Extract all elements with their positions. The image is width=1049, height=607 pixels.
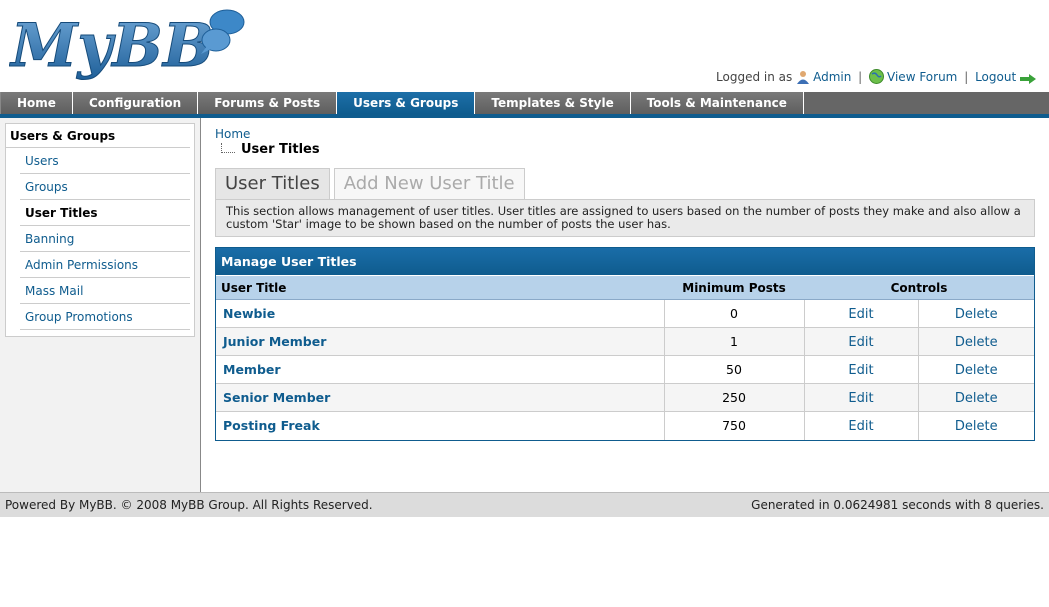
sidebar-item-user-titles[interactable]: User Titles — [20, 200, 190, 226]
separator: | — [858, 70, 863, 84]
breadcrumb-elbow — [221, 143, 235, 153]
section-description: This section allows management of user t… — [215, 199, 1035, 237]
user-title-link[interactable]: Newbie — [223, 306, 275, 321]
logo-text: MyBB — [9, 11, 214, 80]
sidebar-item-label[interactable]: Users — [25, 154, 59, 168]
minimum-posts-cell: 250 — [664, 383, 805, 412]
tab-add-new-user-title[interactable]: Add New User Title — [333, 168, 525, 200]
table-row: Posting Freak 750 Edit Delete — [216, 411, 1034, 440]
sidebar-item-label: User Titles — [25, 206, 98, 220]
delete-link[interactable]: Delete — [955, 363, 998, 378]
footer: Powered By MyBB. © 2008 MyBB Group. All … — [0, 492, 1049, 517]
main-content: Home User Titles User Titles Add New Use… — [215, 126, 1035, 441]
edit-link[interactable]: Edit — [848, 307, 873, 322]
welcome-bar: Logged in as Admin | View Forum | Logout — [716, 69, 1039, 87]
breadcrumb-current: User Titles — [241, 142, 320, 157]
menu-users-groups[interactable]: Users & Groups — [337, 92, 476, 114]
mybb-logo[interactable]: MyBB — [9, 6, 249, 82]
view-forum-link[interactable]: View Forum — [887, 70, 957, 84]
menu-templates-style[interactable]: Templates & Style — [475, 92, 631, 114]
column-header-controls: Controls — [804, 275, 1034, 300]
sidebar-item-label[interactable]: Groups — [25, 180, 68, 194]
edit-link[interactable]: Edit — [848, 391, 873, 406]
table-row: Junior Member 1 Edit Delete — [216, 327, 1034, 356]
user-titles-table: Manage User Titles User Title Minimum Po… — [215, 247, 1035, 441]
sidebar-nav: Users & Groups Users Groups User Titles … — [5, 123, 195, 337]
minimum-posts-cell: 50 — [664, 355, 805, 384]
admin-user-link[interactable]: Admin — [813, 70, 851, 84]
separator: | — [964, 70, 969, 84]
breadcrumb: Home User Titles — [215, 126, 1035, 158]
menu-home[interactable]: Home — [0, 92, 73, 114]
delete-link[interactable]: Delete — [955, 335, 998, 350]
footer-copyright: Powered By MyBB. © 2008 MyBB Group. All … — [5, 498, 373, 512]
header: MyBB Logged in as Admin | View Forum | L… — [0, 0, 1049, 92]
sidebar-item-mass-mail[interactable]: Mass Mail — [20, 278, 190, 304]
delete-link[interactable]: Delete — [955, 307, 998, 322]
user-title-link[interactable]: Junior Member — [223, 334, 326, 349]
logged-in-label: Logged in as — [716, 70, 793, 84]
footer-generation-stats: Generated in 0.0624981 seconds with 8 qu… — [751, 498, 1044, 512]
edit-link[interactable]: Edit — [848, 335, 873, 350]
menu-configuration[interactable]: Configuration — [72, 92, 199, 114]
sidebar-item-label[interactable]: Group Promotions — [25, 310, 133, 324]
table-row: Newbie 0 Edit Delete — [216, 299, 1034, 328]
sidebar-item-groups[interactable]: Groups — [20, 174, 190, 200]
sidebar-item-label[interactable]: Mass Mail — [25, 284, 83, 298]
tabs: User Titles Add New User Title — [215, 168, 529, 200]
sidebar-item-label[interactable]: Banning — [25, 232, 74, 246]
column-header-user-title: User Title — [216, 275, 664, 300]
edit-link[interactable]: Edit — [848, 363, 873, 378]
sidebar-item-group-promotions[interactable]: Group Promotions — [20, 304, 190, 330]
user-title-link[interactable]: Senior Member — [223, 390, 330, 405]
logout-arrow-icon — [1020, 73, 1036, 87]
breadcrumb-home[interactable]: Home — [215, 127, 250, 141]
minimum-posts-cell: 1 — [664, 327, 805, 356]
minimum-posts-cell: 750 — [664, 411, 805, 440]
minimum-posts-cell: 0 — [664, 299, 805, 328]
sidebar-item-label[interactable]: Admin Permissions — [25, 258, 138, 272]
delete-link[interactable]: Delete — [955, 419, 998, 434]
user-title-link[interactable]: Posting Freak — [223, 418, 320, 433]
sidebar-item-banning[interactable]: Banning — [20, 226, 190, 252]
edit-link[interactable]: Edit — [848, 419, 873, 434]
sidebar-item-admin-permissions[interactable]: Admin Permissions — [20, 252, 190, 278]
table-row: Member 50 Edit Delete — [216, 355, 1034, 384]
delete-link[interactable]: Delete — [955, 391, 998, 406]
logout-link[interactable]: Logout — [975, 70, 1016, 84]
table-title: Manage User Titles — [216, 248, 1034, 275]
table-row: Senior Member 250 Edit Delete — [216, 383, 1034, 412]
menu-tools-maintenance[interactable]: Tools & Maintenance — [630, 92, 804, 114]
sidebar-title: Users & Groups — [6, 124, 190, 148]
tab-user-titles[interactable]: User Titles — [215, 168, 330, 200]
table-header-row: User Title Minimum Posts Controls — [216, 275, 1034, 300]
globe-icon — [869, 69, 885, 87]
menu-forums-posts[interactable]: Forums & Posts — [198, 92, 338, 114]
main-menu: Home Configuration Forums & Posts Users … — [0, 92, 1049, 118]
user-icon — [796, 70, 810, 87]
column-header-minimum-posts: Minimum Posts — [664, 275, 804, 300]
sidebar: Users & Groups Users Groups User Titles … — [0, 118, 201, 492]
user-title-link[interactable]: Member — [223, 362, 281, 377]
sidebar-item-users[interactable]: Users — [20, 148, 190, 174]
